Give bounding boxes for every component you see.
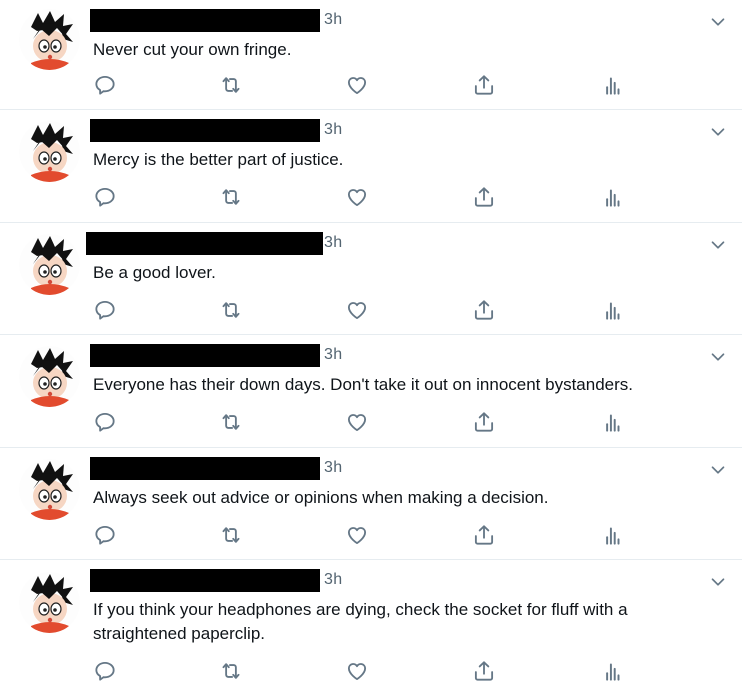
tweet-actions bbox=[0, 297, 742, 323]
analytics-icon[interactable] bbox=[599, 297, 625, 323]
share-icon[interactable] bbox=[471, 409, 497, 435]
like-icon[interactable] bbox=[344, 184, 370, 210]
reply-icon[interactable] bbox=[92, 297, 118, 323]
tweet-text: Everyone has their down days. Don't take… bbox=[93, 375, 634, 394]
tweet-timestamp[interactable]: 3h bbox=[324, 121, 342, 139]
redacted-username bbox=[86, 232, 323, 255]
redacted-username bbox=[90, 9, 320, 32]
tweet-text: If you think your headphones are dying, … bbox=[93, 600, 628, 643]
tweet-actions bbox=[0, 522, 742, 548]
tweet[interactable]: 3h Everyone has their down days. Don't t… bbox=[0, 335, 742, 448]
redacted-username bbox=[90, 457, 320, 480]
retweet-icon[interactable] bbox=[218, 409, 244, 435]
tweet[interactable]: 3h Always seek out advice or opinions wh… bbox=[0, 448, 742, 560]
analytics-icon[interactable] bbox=[599, 522, 625, 548]
like-icon[interactable] bbox=[344, 658, 370, 684]
tweet[interactable]: 3h Never cut your own fringe. bbox=[0, 0, 742, 110]
chevron-down-icon[interactable] bbox=[707, 571, 729, 593]
tweet-timestamp[interactable]: 3h bbox=[324, 11, 342, 29]
chevron-down-icon[interactable] bbox=[707, 11, 729, 33]
like-icon[interactable] bbox=[344, 297, 370, 323]
redacted-username bbox=[90, 344, 320, 367]
like-icon[interactable] bbox=[344, 409, 370, 435]
chevron-down-icon[interactable] bbox=[707, 346, 729, 368]
reply-icon[interactable] bbox=[92, 409, 118, 435]
share-icon[interactable] bbox=[471, 184, 497, 210]
tweet-timestamp[interactable]: 3h bbox=[324, 234, 342, 252]
like-icon[interactable] bbox=[344, 522, 370, 548]
redacted-username bbox=[90, 569, 320, 592]
redacted-username bbox=[90, 119, 320, 142]
tweet-text: Always seek out advice or opinions when … bbox=[93, 488, 549, 507]
tweet-timestamp[interactable]: 3h bbox=[324, 346, 342, 364]
reply-icon[interactable] bbox=[92, 72, 118, 98]
share-icon[interactable] bbox=[471, 658, 497, 684]
reply-icon[interactable] bbox=[92, 184, 118, 210]
tweet[interactable]: 3h Mercy is the better part of justice. bbox=[0, 110, 742, 223]
retweet-icon[interactable] bbox=[218, 658, 244, 684]
avatar[interactable] bbox=[19, 121, 80, 182]
tweet-text: Be a good lover. bbox=[93, 263, 216, 282]
avatar[interactable] bbox=[19, 459, 80, 520]
retweet-icon[interactable] bbox=[218, 522, 244, 548]
tweet-text: Mercy is the better part of justice. bbox=[93, 150, 344, 169]
tweet-feed: 3h Never cut your own fringe. 3h Mercy i… bbox=[0, 0, 742, 693]
tweet-actions bbox=[0, 184, 742, 210]
chevron-down-icon[interactable] bbox=[707, 234, 729, 256]
analytics-icon[interactable] bbox=[599, 409, 625, 435]
tweet-actions bbox=[0, 72, 742, 98]
avatar[interactable] bbox=[19, 346, 80, 407]
tweet-text: Never cut your own fringe. bbox=[93, 40, 292, 59]
analytics-icon[interactable] bbox=[599, 72, 625, 98]
avatar[interactable] bbox=[19, 234, 80, 295]
analytics-icon[interactable] bbox=[599, 658, 625, 684]
analytics-icon[interactable] bbox=[599, 184, 625, 210]
tweet[interactable]: 3h Be a good lover. bbox=[0, 223, 742, 335]
reply-icon[interactable] bbox=[92, 522, 118, 548]
avatar[interactable] bbox=[19, 572, 80, 633]
chevron-down-icon[interactable] bbox=[707, 121, 729, 143]
retweet-icon[interactable] bbox=[218, 184, 244, 210]
like-icon[interactable] bbox=[344, 72, 370, 98]
tweet-actions bbox=[0, 409, 742, 435]
retweet-icon[interactable] bbox=[218, 72, 244, 98]
share-icon[interactable] bbox=[471, 522, 497, 548]
tweet-timestamp[interactable]: 3h bbox=[324, 571, 342, 589]
tweet[interactable]: 3h If you think your headphones are dyin… bbox=[0, 560, 742, 693]
share-icon[interactable] bbox=[471, 297, 497, 323]
avatar[interactable] bbox=[19, 9, 80, 70]
retweet-icon[interactable] bbox=[218, 297, 244, 323]
tweet-timestamp[interactable]: 3h bbox=[324, 459, 342, 477]
tweet-actions bbox=[0, 658, 742, 684]
share-icon[interactable] bbox=[471, 72, 497, 98]
chevron-down-icon[interactable] bbox=[707, 459, 729, 481]
reply-icon[interactable] bbox=[92, 658, 118, 684]
